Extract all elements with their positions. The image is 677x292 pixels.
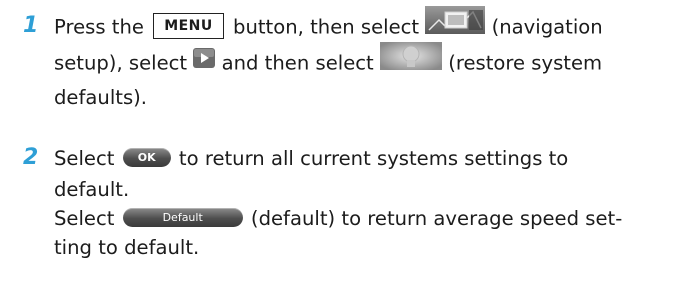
step-1-text: Press the MENU button, then select (navi… bbox=[54, 6, 669, 116]
menu-button-label: MENU bbox=[153, 13, 224, 39]
step-2-line-2: default. bbox=[54, 175, 669, 204]
default-button-icon: Default bbox=[122, 208, 243, 227]
text-select-default: Select bbox=[54, 207, 115, 230]
text-defaults: defaults). bbox=[54, 86, 148, 109]
step-number: 2 bbox=[23, 145, 39, 170]
text-restore-system: (restore system bbox=[448, 51, 603, 75]
text-ting-to-default: ting to default. bbox=[54, 236, 200, 259]
text-and-then-select: and then select bbox=[221, 51, 374, 75]
right-arrow-icon bbox=[193, 44, 216, 80]
step-2-line-4: ting to default. bbox=[54, 233, 669, 262]
text-return-all-settings: to return all current systems settings t… bbox=[178, 147, 569, 170]
ok-button-icon: OK bbox=[122, 148, 171, 167]
restore-system-defaults-icon bbox=[379, 42, 442, 82]
step-2-line-1: Select OK to return all current systems … bbox=[54, 142, 669, 175]
text-select: Select bbox=[54, 147, 115, 170]
step-1-line-1: Press the MENU button, then select (navi… bbox=[54, 6, 669, 46]
step-number: 1 bbox=[23, 13, 39, 38]
text-default: default. bbox=[54, 178, 130, 201]
step-1-line-2: setup), select and then select (restore … bbox=[54, 42, 669, 82]
navigation-setup-icon bbox=[425, 6, 486, 46]
text-button-then-select: button, then select bbox=[233, 15, 420, 39]
text-setup-select: setup), select bbox=[54, 51, 188, 75]
text-return-average-speed: (default) to return average speed set- bbox=[250, 207, 623, 230]
text-press-the: Press the bbox=[54, 15, 144, 39]
step-1-line-3: defaults). bbox=[54, 80, 669, 116]
step-2-line-3: Select Default (default) to return avera… bbox=[54, 204, 669, 233]
step-2-text: Select OK to return all current systems … bbox=[54, 142, 669, 262]
text-navigation: (navigation bbox=[491, 15, 603, 39]
